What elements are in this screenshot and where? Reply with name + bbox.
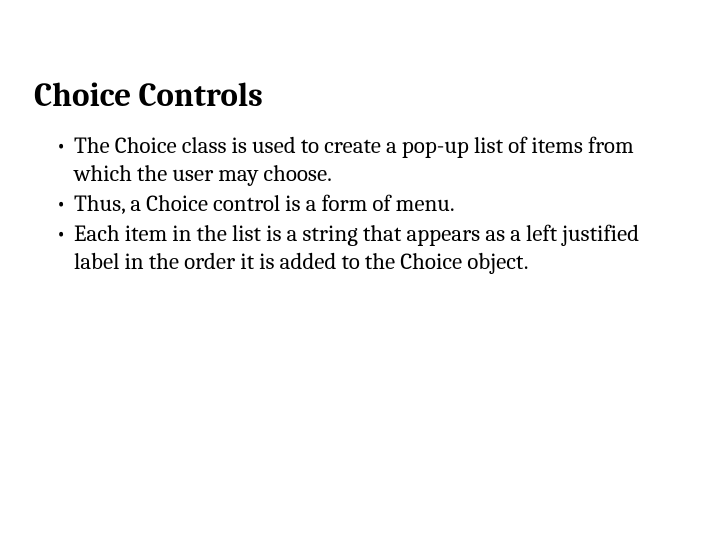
bullet-list: The Choice class is used to create a pop…	[34, 132, 680, 276]
slide-title: Choice Controls	[34, 78, 680, 114]
bullet-item: The Choice class is used to create a pop…	[56, 132, 670, 188]
bullet-item: Each item in the list is a string that a…	[56, 220, 670, 276]
slide: Choice Controls The Choice class is used…	[0, 0, 720, 540]
bullet-item: Thus, a Choice control is a form of menu…	[56, 190, 670, 218]
